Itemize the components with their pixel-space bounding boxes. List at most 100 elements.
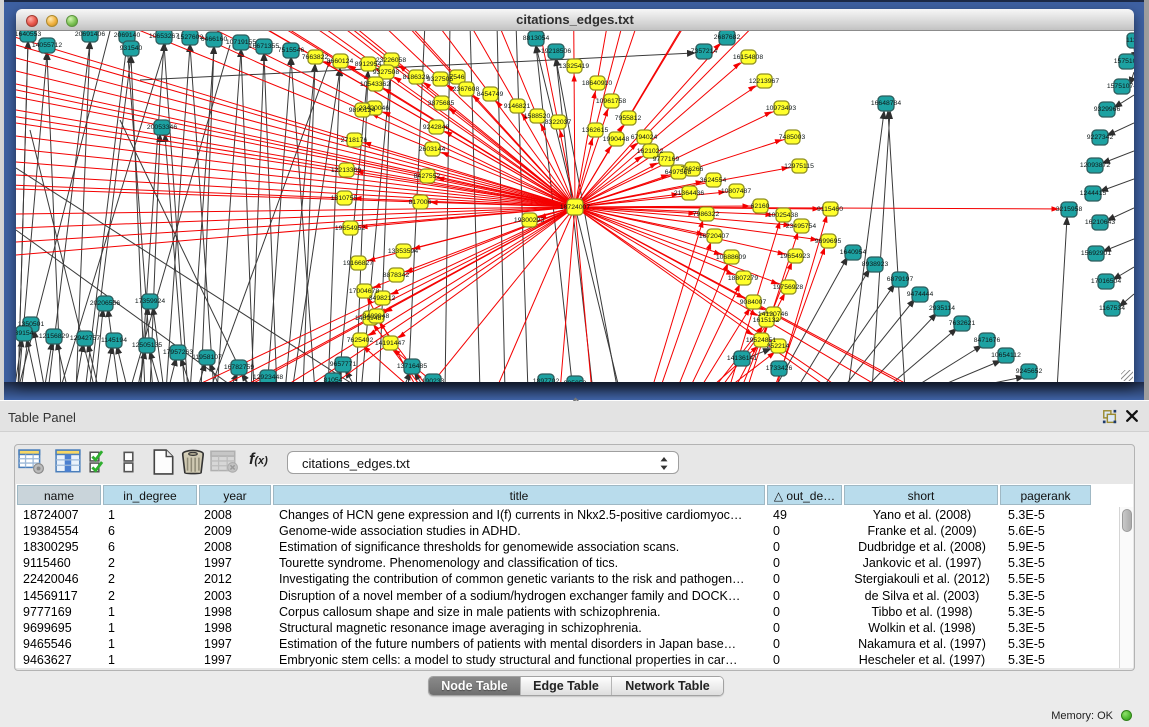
svg-text:2935114: 2935114: [929, 305, 955, 312]
svg-text:817006: 817006: [409, 199, 432, 206]
svg-text:1362615: 1362615: [582, 127, 609, 134]
svg-text:13716485: 13716485: [397, 363, 427, 370]
svg-text:10688609: 10688609: [716, 254, 746, 261]
svg-text:9115460: 9115460: [817, 206, 843, 213]
svg-text:9245652: 9245652: [1016, 368, 1043, 375]
svg-text:62160: 62160: [751, 203, 770, 210]
svg-text:8454749: 8454749: [477, 91, 504, 98]
svg-text:14191447: 14191447: [375, 340, 405, 347]
svg-text:18640910: 18640910: [582, 80, 612, 87]
svg-text:19166827: 19166827: [343, 260, 373, 267]
svg-text:1640954: 1640954: [840, 249, 867, 256]
svg-text:9146821: 9146821: [504, 103, 531, 110]
svg-text:11121: 11121: [1126, 37, 1134, 44]
svg-text:14055712: 14055712: [32, 42, 62, 49]
svg-text:10543362: 10543362: [360, 81, 390, 88]
svg-text:16154808: 16154808: [733, 54, 763, 61]
svg-text:3624554: 3624554: [700, 177, 727, 184]
svg-text:3875685: 3875685: [428, 100, 455, 107]
svg-text:9242848: 9242848: [423, 124, 450, 131]
svg-text:7955812: 7955812: [615, 115, 642, 122]
svg-text:1990448: 1990448: [603, 136, 630, 143]
svg-text:9327508: 9327508: [373, 69, 400, 76]
svg-text:19756928: 19756928: [773, 284, 803, 291]
svg-text:8813054: 8813054: [523, 35, 550, 42]
svg-text:8186328: 8186328: [403, 74, 430, 81]
svg-text:17016504: 17016504: [1091, 278, 1121, 285]
svg-text:20206556: 20206556: [90, 300, 120, 307]
svg-text:39154: 39154: [16, 330, 34, 337]
svg-text:7357214: 7357214: [691, 48, 718, 55]
svg-text:12093872: 12093872: [1080, 162, 1110, 169]
svg-text:9657771: 9657771: [330, 361, 357, 368]
svg-text:10961758: 10961758: [596, 98, 626, 105]
svg-text:19300293: 19300293: [514, 217, 544, 224]
svg-text:15692901: 15692901: [1081, 250, 1111, 257]
svg-text:7625402: 7625402: [347, 337, 374, 344]
svg-text:9699695: 9699695: [815, 238, 842, 245]
svg-text:6879197: 6879197: [887, 276, 914, 283]
svg-text:10654112: 10654112: [991, 352, 1021, 359]
svg-text:17957263: 17957263: [163, 349, 193, 356]
svg-text:7485003: 7485003: [779, 134, 806, 141]
svg-text:3409948: 3409948: [363, 313, 390, 320]
svg-text:12923448: 12923448: [253, 374, 283, 381]
svg-text:7986322: 7986322: [693, 211, 720, 218]
svg-text:8660124: 8660124: [327, 58, 354, 65]
svg-text:7546: 7546: [449, 74, 464, 81]
svg-text:9084007: 9084007: [740, 299, 767, 306]
svg-text:16720407: 16720407: [699, 233, 729, 240]
svg-text:6794024: 6794024: [631, 134, 658, 141]
svg-text:16648784: 16648784: [871, 100, 901, 107]
svg-text:1621022: 1621022: [637, 148, 664, 155]
svg-text:6466160: 6466160: [201, 36, 228, 43]
svg-text:1350501: 1350501: [18, 321, 45, 328]
svg-text:17359924: 17359924: [135, 298, 165, 305]
svg-text:19654923: 19654923: [780, 253, 810, 260]
svg-text:190233: 190233: [422, 378, 445, 382]
svg-text:10807487: 10807487: [721, 188, 751, 195]
svg-text:81054: 81054: [324, 377, 343, 382]
svg-text:931540: 931540: [120, 45, 143, 52]
svg-text:13353594: 13353594: [388, 248, 418, 255]
svg-text:10025438: 10025438: [768, 212, 798, 219]
svg-text:10973493: 10973493: [766, 105, 796, 112]
svg-text:18724007: 18724007: [560, 204, 590, 211]
svg-text:12213967: 12213967: [749, 78, 779, 85]
svg-text:2069140: 2069140: [114, 32, 141, 39]
svg-text:2687682: 2687682: [714, 34, 741, 41]
svg-text:1640553: 1640553: [16, 31, 41, 38]
svg-text:9329966: 9329966: [1094, 106, 1121, 113]
svg-text:1145194: 1145194: [101, 337, 127, 344]
svg-text:3215958: 3215958: [1056, 206, 1083, 213]
svg-text:252214: 252214: [767, 343, 790, 350]
svg-text:12156829: 12156829: [39, 333, 69, 340]
svg-text:7515546: 7515546: [278, 47, 305, 54]
svg-text:15751074: 15751074: [1107, 83, 1134, 90]
svg-text:2718176: 2718176: [341, 137, 368, 144]
svg-text:9474444: 9474444: [907, 291, 934, 298]
svg-text:8427552: 8427552: [414, 173, 441, 180]
svg-text:7663822: 7663822: [302, 54, 329, 61]
svg-text:8938923: 8938923: [862, 261, 889, 268]
svg-text:3498212: 3498212: [369, 295, 396, 302]
svg-text:1575107: 1575107: [1114, 58, 1134, 65]
svg-text:23226058: 23226058: [376, 57, 406, 64]
svg-text:20053346: 20053346: [147, 124, 177, 131]
svg-text:746266: 746266: [681, 166, 704, 173]
svg-text:16782759: 16782759: [224, 364, 254, 371]
svg-text:17004678: 17004678: [349, 288, 379, 295]
svg-text:12975115: 12975115: [784, 163, 814, 170]
svg-text:9777169: 9777169: [653, 156, 680, 163]
svg-text:8878342: 8878342: [383, 272, 410, 279]
svg-text:16210643: 16210643: [1085, 219, 1115, 226]
svg-text:12942757: 12942757: [70, 335, 100, 342]
svg-text:9227342: 9227342: [1087, 134, 1114, 141]
svg-text:985052: 985052: [564, 380, 587, 382]
svg-text:7632621: 7632621: [949, 320, 976, 327]
svg-text:1527602: 1527602: [177, 34, 204, 41]
svg-text:1244415: 1244415: [1080, 190, 1107, 197]
svg-text:1810755: 1810755: [331, 195, 358, 202]
svg-text:21364436: 21364436: [674, 190, 704, 197]
svg-text:19218506: 19218506: [541, 48, 571, 55]
